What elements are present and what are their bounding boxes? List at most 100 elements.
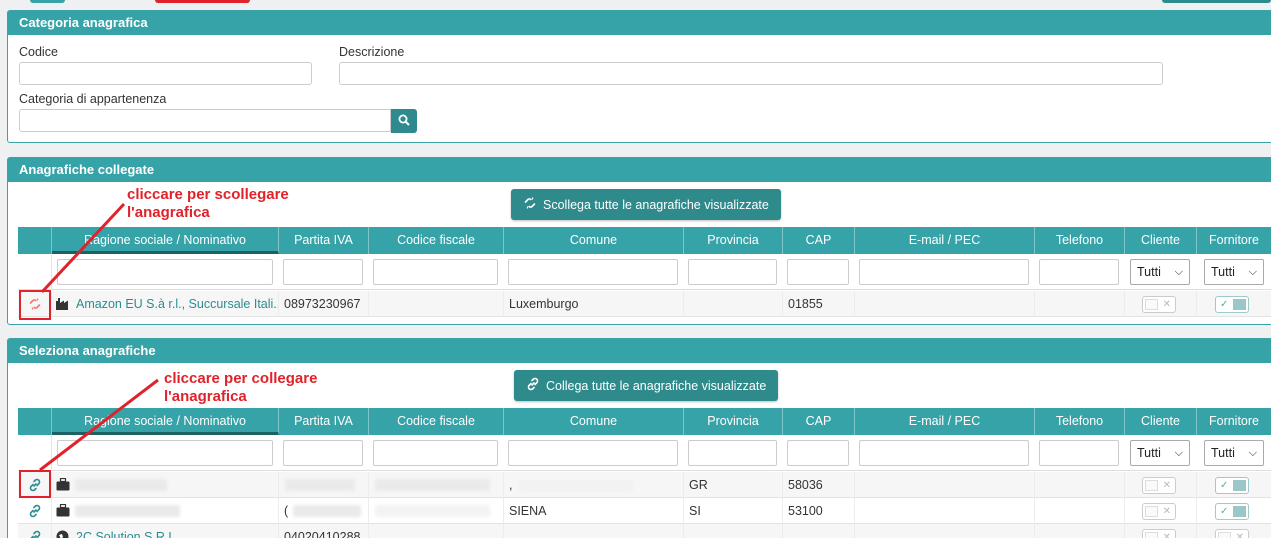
select-filter-name[interactable] — [57, 440, 273, 466]
chevron-down-icon: ⌵ — [1248, 266, 1257, 278]
select-col-cf[interactable]: Codice fiscale — [369, 408, 504, 435]
linked-col-cliente[interactable]: Cliente — [1125, 227, 1197, 254]
description-input[interactable] — [339, 62, 1163, 85]
linked-filter-comune[interactable] — [508, 259, 678, 285]
cliente-toggle[interactable]: ✕ — [1142, 477, 1176, 494]
linked-col-piva[interactable]: Partita IVA — [279, 227, 369, 254]
search-icon — [398, 114, 410, 129]
select-filter-piva[interactable] — [283, 440, 363, 466]
select-filter-telefono[interactable] — [1039, 440, 1119, 466]
redacted-cf — [375, 479, 490, 491]
row-telefono — [1035, 291, 1125, 317]
chevron-down-icon: ⌵ — [1174, 447, 1183, 459]
linked-col-email[interactable]: E-mail / PEC — [855, 227, 1035, 254]
linked-filter-fornitore-select[interactable]: Tutti ⌵ — [1204, 259, 1264, 285]
row-provincia — [684, 524, 783, 538]
row-email — [855, 524, 1035, 538]
row-cap: 53100 — [783, 498, 855, 524]
row-comune: , — [509, 478, 513, 492]
select-filter-fornitore-select[interactable]: Tutti ⌵ — [1204, 440, 1264, 466]
row-provincia — [684, 291, 783, 317]
link-highlight-box — [19, 470, 51, 498]
select-col-cap[interactable]: CAP — [783, 408, 855, 435]
linked-col-name[interactable]: Ragione sociale / Nominativo — [52, 227, 279, 254]
row-cap: 58036 — [783, 472, 855, 498]
cliente-toggle[interactable]: ✕ — [1142, 529, 1176, 538]
select-grid: Ragione sociale / Nominativo Partita IVA… — [18, 408, 1271, 538]
linked-filter-row: Tutti ⌵ Tutti ⌵ — [18, 254, 1271, 290]
parent-category-input[interactable] — [19, 109, 391, 132]
redacted-name — [75, 479, 167, 491]
row-piva: 08973230967 — [279, 291, 369, 317]
redacted-cf — [375, 505, 490, 517]
table-row: Amazon EU S.à r.l., Succursale Itali... … — [18, 291, 1271, 317]
linked-grid-header: Ragione sociale / Nominativo Partita IVA… — [18, 227, 1271, 254]
row-comune — [504, 524, 684, 538]
linked-col-cf[interactable]: Codice fiscale — [369, 227, 504, 254]
select-col-fornitore[interactable]: Fornitore — [1197, 408, 1271, 435]
briefcase-icon — [56, 504, 70, 517]
redacted-comune — [518, 480, 634, 492]
select-filter-provincia[interactable] — [688, 440, 777, 466]
link-icon[interactable] — [28, 530, 42, 538]
linked-col-telefono[interactable]: Telefono — [1035, 227, 1125, 254]
select-col-provincia[interactable]: Provincia — [684, 408, 783, 435]
fornitore-toggle[interactable]: ✕ — [1215, 529, 1249, 538]
factory-icon — [56, 297, 70, 310]
linked-col-action — [18, 227, 52, 254]
linked-panel: Anagrafiche collegate Scollega tutte le … — [7, 157, 1271, 325]
linked-col-fornitore[interactable]: Fornitore — [1197, 227, 1271, 254]
linked-col-comune[interactable]: Comune — [504, 227, 684, 254]
select-col-email[interactable]: E-mail / PEC — [855, 408, 1035, 435]
link-all-button-label: Collega tutte le anagrafiche visualizzat… — [546, 378, 767, 393]
table-row: , GR 58036 ✕ ✓ — [18, 472, 1271, 498]
linked-filter-cliente-select[interactable]: Tutti ⌵ — [1130, 259, 1190, 285]
row-name-link[interactable]: 2C Solution S.R.L. — [76, 530, 179, 538]
row-name-link[interactable]: Amazon EU S.à r.l., Succursale Itali... — [76, 297, 278, 311]
linked-col-cap[interactable]: CAP — [783, 227, 855, 254]
select-filter-cap[interactable] — [787, 440, 849, 466]
fornitore-toggle[interactable]: ✓ — [1215, 296, 1249, 313]
row-email — [855, 472, 1035, 498]
linked-filter-name[interactable] — [57, 259, 273, 285]
linked-panel-title: Anagrafiche collegate — [8, 158, 1271, 182]
cliente-toggle[interactable]: ✕ — [1142, 296, 1176, 313]
linked-filter-telefono[interactable] — [1039, 259, 1119, 285]
fornitore-toggle[interactable]: ✓ — [1215, 503, 1249, 520]
linked-col-provincia[interactable]: Provincia — [684, 227, 783, 254]
table-row: ( SIENA SI 53100 ✕ ✓ — [18, 498, 1271, 524]
linked-filter-piva[interactable] — [283, 259, 363, 285]
select-filter-cliente-select[interactable]: Tutti ⌵ — [1130, 440, 1190, 466]
select-filter-cf[interactable] — [373, 440, 498, 466]
unlink-all-button[interactable]: Scollega tutte le anagrafiche visualizza… — [511, 189, 781, 220]
unlink-annotation: cliccare per scollegare l'anagrafica — [127, 186, 289, 221]
row-telefono — [1035, 472, 1125, 498]
linked-filter-cf[interactable] — [373, 259, 498, 285]
link-icon[interactable] — [28, 504, 42, 518]
category-panel-title: Categoria anagrafica — [8, 11, 1271, 35]
row-cf — [369, 291, 504, 317]
link-all-button[interactable]: Collega tutte le anagrafiche visualizzat… — [514, 370, 779, 401]
cliente-toggle[interactable]: ✕ — [1142, 503, 1176, 520]
description-label: Descrizione — [339, 45, 405, 59]
linked-filter-email[interactable] — [859, 259, 1029, 285]
select-col-comune[interactable]: Comune — [504, 408, 684, 435]
row-provincia: SI — [684, 498, 783, 524]
select-filter-comune[interactable] — [508, 440, 678, 466]
fornitore-toggle[interactable]: ✓ — [1215, 477, 1249, 494]
briefcase-icon — [56, 478, 70, 491]
select-col-name[interactable]: Ragione sociale / Nominativo — [52, 408, 279, 435]
row-piva: 04020410288 — [279, 524, 369, 538]
linked-filter-cap[interactable] — [787, 259, 849, 285]
unlink-all-button-label: Scollega tutte le anagrafiche visualizza… — [543, 197, 769, 212]
select-filter-email[interactable] — [859, 440, 1029, 466]
top-strip — [0, 0, 1271, 4]
globe-icon — [56, 530, 69, 538]
linked-filter-provincia[interactable] — [688, 259, 777, 285]
code-input[interactable] — [19, 62, 312, 85]
select-col-telefono[interactable]: Telefono — [1035, 408, 1125, 435]
select-col-piva[interactable]: Partita IVA — [279, 408, 369, 435]
select-col-cliente[interactable]: Cliente — [1125, 408, 1197, 435]
parent-category-search-button[interactable] — [391, 109, 417, 133]
link-icon — [526, 377, 540, 394]
